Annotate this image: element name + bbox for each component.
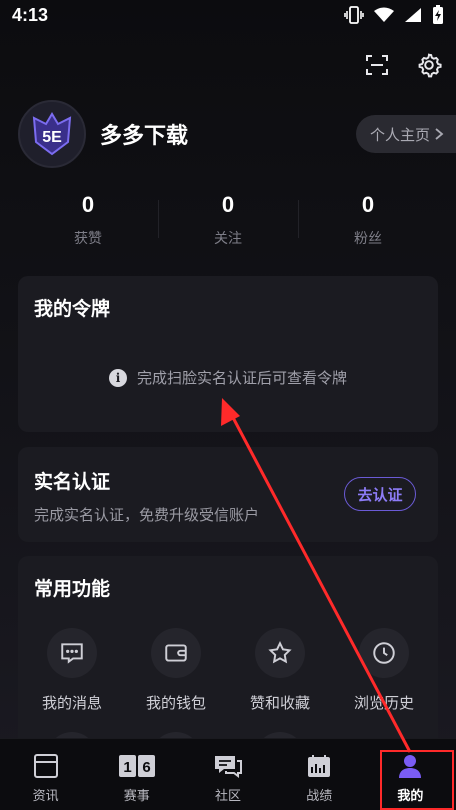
functions-card: 常用功能 我的消息 我的钱包 赞和收藏 浏览历史 [18, 556, 438, 766]
tab-profile[interactable]: 我的 [365, 739, 456, 810]
svg-text:1: 1 [123, 759, 131, 776]
bottom-tabbar: 资讯 1 6 赛事 社区 战绩 我的 [0, 738, 456, 810]
stat-value: 0 [361, 192, 375, 217]
tab-label: 我的 [397, 788, 424, 803]
news-icon [33, 754, 58, 778]
stat-value: 0 [81, 192, 95, 217]
vibrate-icon [344, 6, 364, 24]
func-label: 我的消息 [41, 695, 102, 712]
status-bar: 4:13 [0, 0, 456, 30]
tab-label: 资讯 [32, 788, 59, 803]
token-info-text: 完成扫脸实名认证后可查看令牌 [136, 370, 347, 387]
status-icons [344, 5, 444, 25]
func-icon-wrap [151, 628, 201, 678]
stat-label: 粉丝 [354, 230, 382, 246]
username: 多多下载 [100, 123, 189, 148]
top-actions [362, 50, 444, 80]
homepage-button[interactable]: 个人主页 [355, 115, 456, 153]
tab-label: 社区 [215, 788, 242, 803]
functions-title: 常用功能 [34, 579, 111, 600]
wallet-icon [165, 644, 187, 662]
profile-header: 5E 多多下载 个人主页 [18, 100, 456, 168]
stat-following[interactable]: 0 关注 [158, 192, 298, 254]
stat-followers[interactable]: 0 粉丝 [298, 192, 438, 254]
functions-grid: 我的消息 我的钱包 赞和收藏 浏览历史 [18, 628, 438, 713]
scan-button[interactable] [362, 50, 392, 80]
tab-matches[interactable]: 1 6 赛事 [91, 739, 182, 810]
battery-charging-icon [433, 5, 443, 24]
svg-text:6: 6 [142, 759, 150, 776]
profile-icon [399, 755, 422, 778]
star-icon [268, 641, 292, 664]
5e-logo: 5E [32, 112, 72, 156]
func-icon-wrap [359, 628, 409, 678]
verify-button[interactable]: 去认证 [344, 477, 416, 511]
tab-records[interactable]: 战绩 [274, 739, 365, 810]
stat-value: 0 [221, 192, 235, 217]
token-info: i 完成扫脸实名认证后可查看令牌 [18, 367, 438, 388]
realname-card[interactable]: 实名认证 完成实名认证，免费升级受信账户 去认证 [18, 447, 438, 542]
match-icon: 1 6 [118, 755, 155, 777]
info-icon: i [108, 368, 127, 387]
func-icon-wrap [47, 628, 97, 678]
signal-icon [405, 8, 421, 22]
homepage-label: 个人主页 [369, 126, 430, 144]
stat-label: 获赞 [74, 230, 102, 246]
status-time: 4:13 [12, 4, 49, 25]
settings-button[interactable] [414, 50, 444, 80]
func-label: 赞和收藏 [249, 695, 310, 712]
stat-label: 关注 [214, 230, 242, 246]
clock-icon [373, 642, 395, 664]
record-icon [308, 755, 331, 777]
stat-likes[interactable]: 0 获赞 [18, 192, 158, 254]
chevron-right-icon [435, 128, 444, 140]
token-card-title: 我的令牌 [34, 299, 111, 320]
stats-row: 0 获赞 0 关注 0 粉丝 [18, 192, 438, 254]
tab-news[interactable]: 资讯 [0, 739, 91, 810]
func-wallet[interactable]: 我的钱包 [124, 628, 228, 713]
tab-community[interactable]: 社区 [182, 739, 273, 810]
avatar[interactable]: 5E [18, 100, 86, 168]
community-icon [215, 756, 242, 778]
avatar-text: 5E [42, 129, 62, 146]
tab-label: 赛事 [123, 788, 150, 803]
message-icon [61, 643, 83, 664]
func-icon-wrap [255, 628, 305, 678]
func-label: 我的钱包 [145, 695, 206, 712]
func-label: 浏览历史 [353, 695, 414, 712]
scan-icon [366, 55, 388, 75]
func-history[interactable]: 浏览历史 [332, 628, 436, 713]
func-likes-favorites[interactable]: 赞和收藏 [228, 628, 332, 713]
wifi-icon [374, 7, 394, 22]
func-messages[interactable]: 我的消息 [20, 628, 124, 713]
token-card[interactable]: 我的令牌 i 完成扫脸实名认证后可查看令牌 [18, 276, 438, 432]
tab-label: 战绩 [306, 788, 333, 803]
gear-icon [418, 53, 442, 78]
